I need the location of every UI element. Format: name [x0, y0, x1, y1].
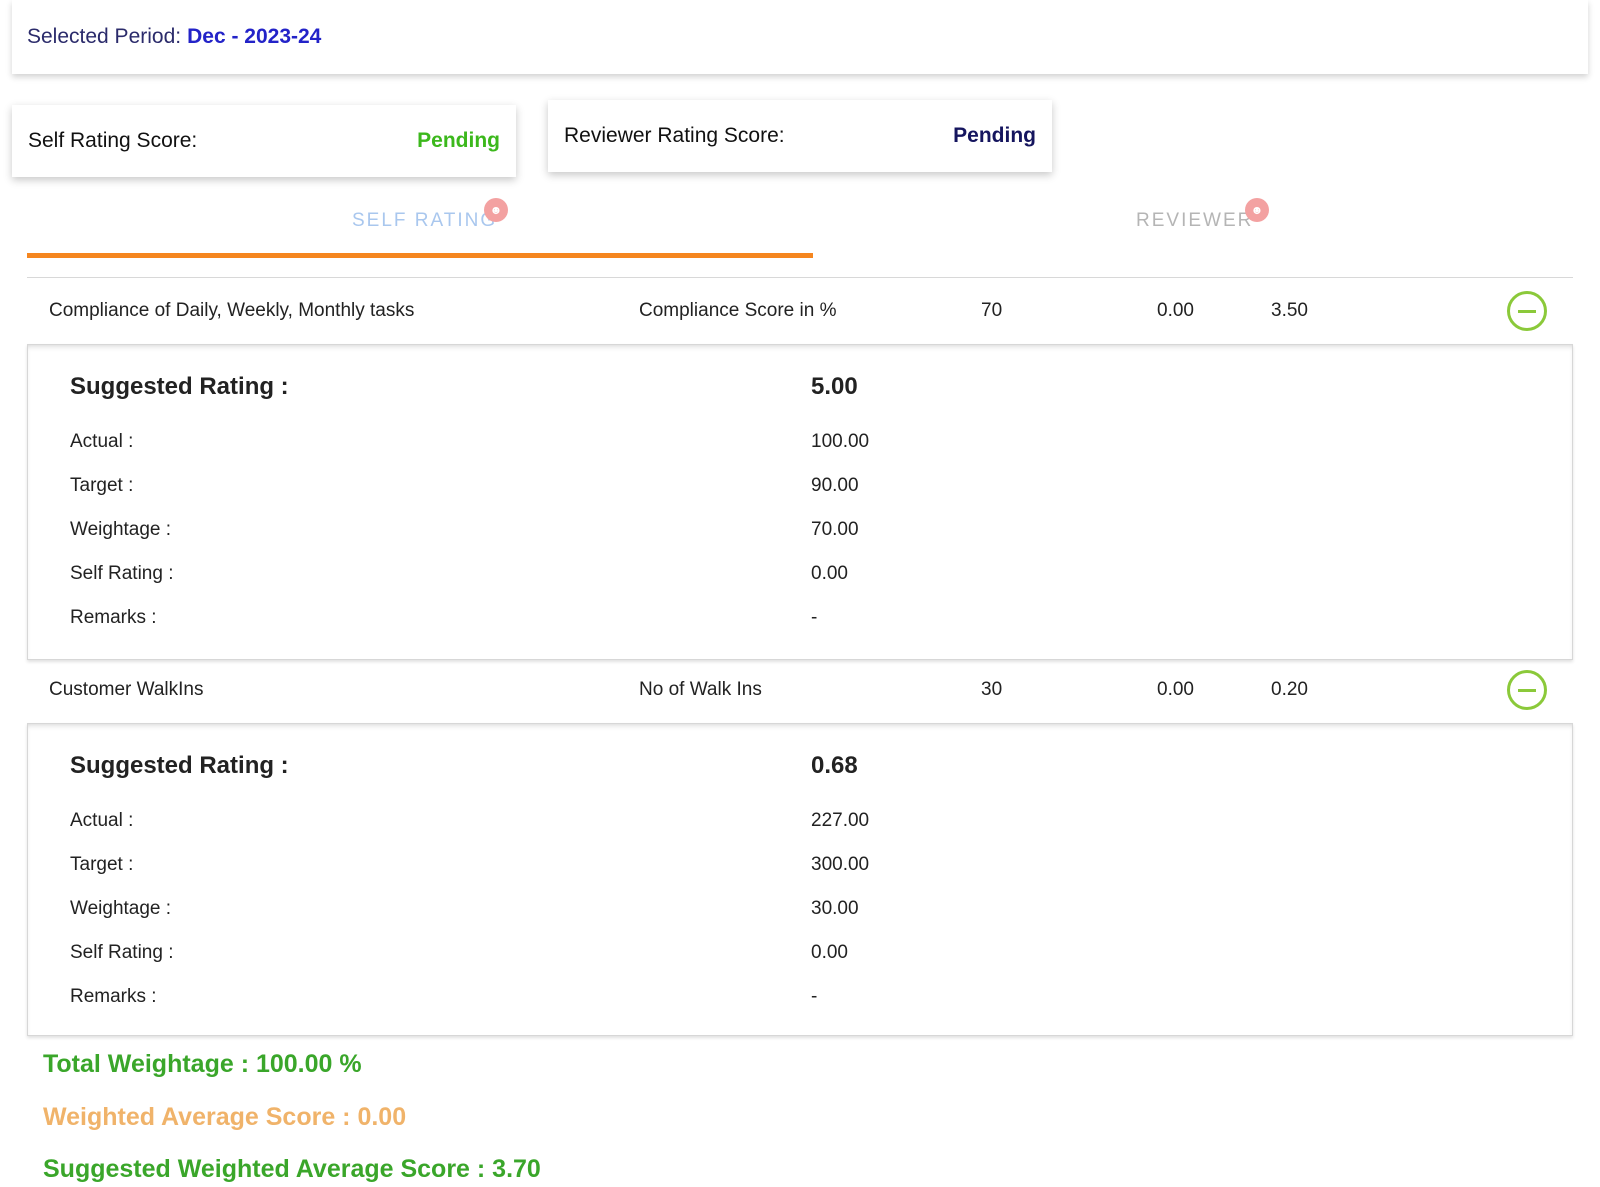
tab-self-rating[interactable]: SELF RATING [352, 210, 497, 232]
self-rating-score-card: Self Rating Score: Pending [12, 105, 516, 177]
kpi-self-rating: 0.00 [1157, 679, 1194, 700]
tab-reviewer[interactable]: REVIEWER [1136, 210, 1253, 232]
kpi-detail-panel: Suggested Rating : 5.00 Actual : 100.00 … [27, 344, 1573, 660]
period-value[interactable]: Dec - 2023-24 [187, 25, 321, 49]
kpi-detail-panel: Suggested Rating : 0.68 Actual : 227.00 … [27, 723, 1573, 1036]
period-label: Selected Period: [27, 25, 182, 48]
weightage-value: 30.00 [811, 898, 859, 919]
active-tab-indicator [27, 253, 813, 258]
user-badge-icon: ☻ [484, 198, 508, 222]
target-value: 90.00 [811, 475, 859, 496]
kpi-measure: No of Walk Ins [639, 679, 762, 700]
actual-value: 227.00 [811, 810, 870, 831]
kpi-suggested: 0.20 [1271, 679, 1308, 700]
suggested-rating-value: 5.00 [811, 373, 858, 400]
self-rating-value: 0.00 [811, 563, 848, 584]
target-label: Target : [70, 475, 134, 496]
suggested-rating-value: 0.68 [811, 752, 858, 779]
kpi-weightage: 30 [981, 679, 1003, 700]
kpi-measure: Compliance Score in % [639, 300, 837, 321]
self-rating-label: Self Rating : [70, 942, 174, 963]
remarks-label: Remarks : [70, 607, 157, 628]
actual-value: 100.00 [811, 431, 870, 452]
remarks-value: - [811, 986, 818, 1007]
suggested-rating-label: Suggested Rating : [70, 752, 289, 779]
kpi-suggested: 3.50 [1271, 300, 1308, 321]
suggested-weighted-average-score: Suggested Weighted Average Score : 3.70 [43, 1155, 541, 1183]
reviewer-rating-score-card: Reviewer Rating Score: Pending [548, 100, 1052, 172]
kpi-self-rating: 0.00 [1157, 300, 1194, 321]
remarks-value: - [811, 607, 818, 628]
user-badge-icon: ☻ [1245, 198, 1269, 222]
target-label: Target : [70, 854, 134, 875]
selected-period-bar: Selected Period: Dec - 2023-24 [12, 0, 1588, 74]
actual-label: Actual : [70, 810, 134, 831]
kpi-weightage: 70 [981, 300, 1003, 321]
weightage-label: Weightage : [70, 898, 172, 919]
weightage-label: Weightage : [70, 519, 172, 540]
collapse-minus-icon[interactable] [1507, 291, 1547, 331]
suggested-rating-label: Suggested Rating : [70, 373, 289, 400]
kpi-row[interactable]: Customer WalkIns No of Walk Ins 30 0.00 … [27, 657, 1573, 723]
weightage-value: 70.00 [811, 519, 859, 540]
target-value: 300.00 [811, 854, 870, 875]
collapse-minus-icon[interactable] [1507, 670, 1547, 710]
self-rating-status: Pending [417, 129, 500, 152]
reviewer-rating-status: Pending [953, 124, 1036, 147]
self-rating-label: Self Rating : [70, 563, 174, 584]
kpi-row[interactable]: Compliance of Daily, Weekly, Monthly tas… [27, 278, 1573, 344]
reviewer-rating-score-label: Reviewer Rating Score: [564, 124, 785, 147]
total-weightage: Total Weightage : 100.00 % [43, 1050, 362, 1078]
self-rating-value: 0.00 [811, 942, 848, 963]
weighted-average-score: Weighted Average Score : 0.00 [43, 1103, 407, 1131]
actual-label: Actual : [70, 431, 134, 452]
kpi-name: Compliance of Daily, Weekly, Monthly tas… [49, 300, 415, 321]
remarks-label: Remarks : [70, 986, 157, 1007]
kpi-name: Customer WalkIns [49, 679, 204, 700]
self-rating-score-label: Self Rating Score: [28, 129, 198, 152]
